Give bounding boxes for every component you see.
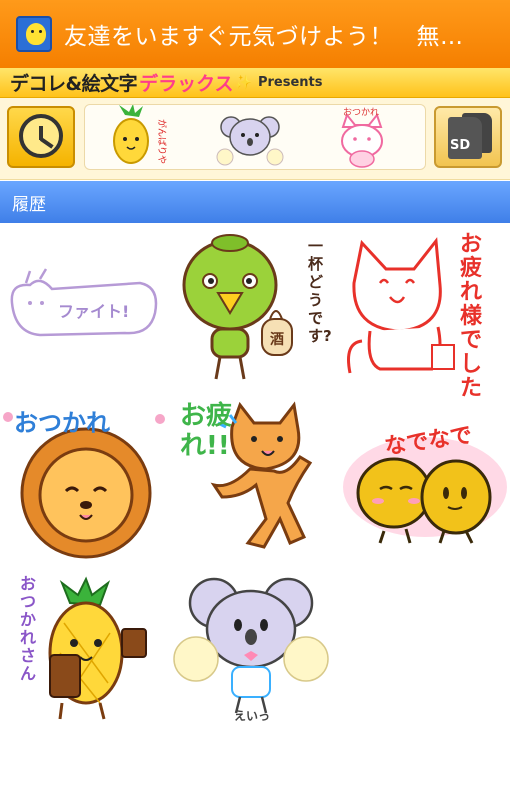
sticker-text: おつかれさん — [20, 574, 37, 683]
toolbar: がんばりや おつかれ SD — [0, 98, 510, 180]
strip-caption-3: おつかれ — [343, 107, 379, 118]
nadenade-sticker — [343, 437, 507, 544]
sticker-text: ファイト! — [58, 302, 130, 321]
section-title: 履歴 — [12, 194, 46, 215]
sticker-text: 一杯どうです? — [308, 237, 332, 345]
sticker-koala-cheer[interactable]: えいっ — [170, 563, 340, 733]
sticker-text: お疲れ様でした — [460, 232, 483, 401]
brand-banner[interactable]: デコレ&絵文字 デラックス ✨ Presents — [0, 68, 510, 98]
title-bar: 友達をいますぐ元気づけよう！ 無… — [0, 0, 510, 68]
sd-card-button[interactable]: SD — [434, 106, 502, 168]
sticker-cat-otsukare-cheer[interactable]: お疲れ!! — [170, 393, 340, 563]
sticker-pineapple-otsukaresan[interactable]: おつかれさん — [0, 563, 170, 733]
sticker-text: おつかれ — [14, 409, 110, 437]
sd-label: SD — [450, 138, 471, 153]
featured-stickers: がんばりや おつかれ — [113, 104, 383, 168]
sticker-fight[interactable]: ファイト! — [0, 223, 170, 393]
sake-tag-text: 酒 — [270, 332, 284, 348]
cat-sticker-icon — [341, 112, 383, 168]
sparkle-icon: ✨ — [234, 74, 252, 91]
sticker-text: えいっ — [234, 709, 271, 723]
history-section-header: 履歴 — [0, 181, 510, 223]
history-button[interactable] — [7, 106, 75, 168]
sticker-kappa-sake[interactable]: 酒 一杯どうです? — [170, 223, 340, 393]
app-title: 友達をいますぐ元気づけよう！ 無… — [64, 24, 464, 50]
koala-sticker-icon — [216, 116, 284, 166]
clock-icon — [19, 114, 63, 158]
featured-sticker-strip[interactable]: がんばりや おつかれ — [84, 104, 426, 170]
sticker-cat-otsukaresama[interactable]: お疲れ様でした — [340, 223, 510, 401]
sticker-text: お疲れ!! — [180, 401, 233, 461]
brand-logo-deluxe: デラックス — [139, 73, 234, 95]
brand-logo-text: デコレ&絵文字 — [10, 73, 138, 95]
brand-presents: Presents — [257, 75, 323, 90]
sticker-nadenade[interactable]: なでなで — [340, 393, 510, 563]
chick-app-icon — [16, 16, 52, 52]
pineapple-sticker-icon — [113, 104, 149, 164]
strip-caption-1: がんばりや — [156, 119, 168, 164]
sticker-lion-otsukare[interactable]: おつかれ — [0, 393, 170, 563]
